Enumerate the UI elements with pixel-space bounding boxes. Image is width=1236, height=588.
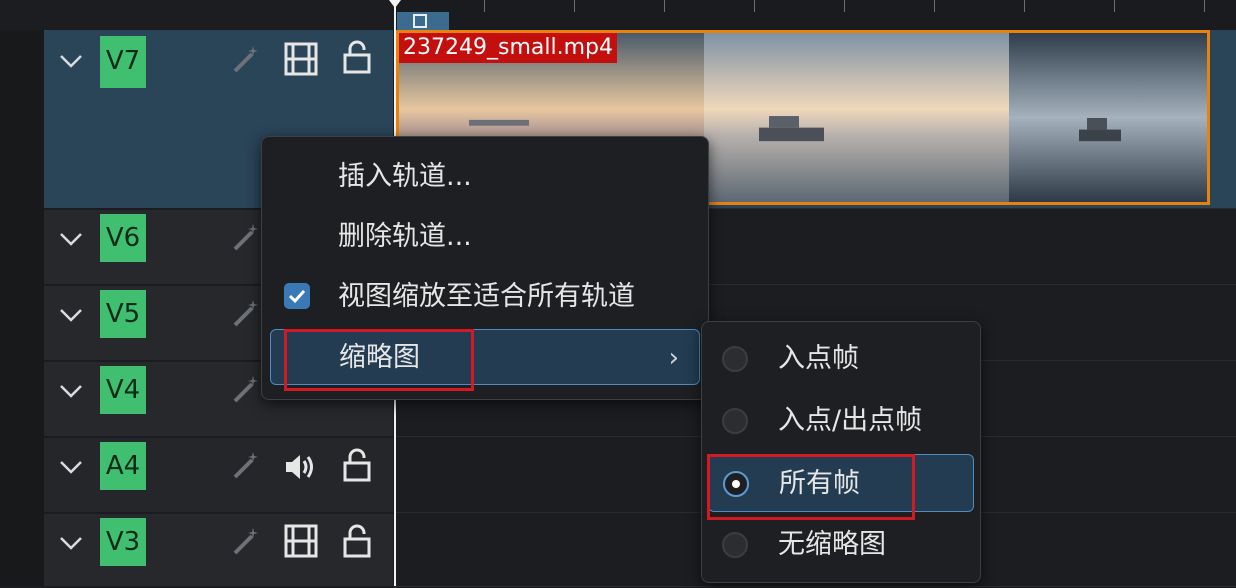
magic-wand-icon[interactable] <box>230 44 260 74</box>
chevron-right-icon: › <box>668 343 679 373</box>
magic-wand-icon[interactable] <box>230 222 260 252</box>
chevron-down-icon[interactable] <box>58 226 84 252</box>
magic-wand-icon[interactable] <box>230 374 260 404</box>
speaker-icon[interactable] <box>282 450 318 484</box>
lock-icon[interactable] <box>342 448 372 482</box>
annotation-box-all-frames <box>707 454 915 520</box>
radio-unselected-icon[interactable] <box>722 346 748 372</box>
radio-unselected-icon[interactable] <box>722 532 748 558</box>
chevron-down-icon[interactable] <box>58 48 84 74</box>
track-name-tag: A4 <box>100 442 146 490</box>
magic-wand-icon[interactable] <box>230 298 260 328</box>
film-icon[interactable] <box>284 42 318 76</box>
playhead-handle[interactable] <box>389 0 401 8</box>
chevron-down-icon[interactable] <box>58 302 84 328</box>
film-icon[interactable] <box>284 524 318 558</box>
magic-wand-icon[interactable] <box>230 450 260 480</box>
submenu-option-no-thumbnails[interactable]: 无缩略图 <box>702 516 980 574</box>
radio-unselected-icon[interactable] <box>722 408 748 434</box>
chevron-down-icon[interactable] <box>58 378 84 404</box>
track-name-tag: V4 <box>100 366 146 414</box>
track-header-v3[interactable]: V3 <box>44 514 393 588</box>
track-header-a4[interactable]: A4 <box>44 438 393 514</box>
track-name-tag: V6 <box>100 214 146 262</box>
track-name-tag: V7 <box>100 36 146 88</box>
lock-icon[interactable] <box>342 40 372 74</box>
clip-thumbnail <box>704 33 1009 202</box>
clip-name-label: 237249_small.mp4 <box>399 33 617 63</box>
magic-wand-icon[interactable] <box>230 526 260 556</box>
chevron-down-icon[interactable] <box>58 530 84 556</box>
clip-thumbnail <box>1009 33 1207 202</box>
track-name-tag: V5 <box>100 290 146 338</box>
submenu-option-in-frame[interactable]: 入点帧 <box>702 330 980 388</box>
thumbnail-submenu: 入点帧 入点/出点帧 所有帧 无缩略图 <box>701 321 981 583</box>
timeline-ruler[interactable] <box>395 0 1236 31</box>
track-name-tag: V3 <box>100 518 146 566</box>
lock-icon[interactable] <box>342 524 372 558</box>
zone-marker[interactable] <box>397 12 449 30</box>
menu-item-delete-track[interactable]: 删除轨道... <box>262 209 708 265</box>
menu-item-insert-track[interactable]: 插入轨道... <box>262 149 708 205</box>
timeline-gutter <box>0 30 44 586</box>
annotation-box-thumbnails <box>284 329 474 391</box>
submenu-option-in-out-frames[interactable]: 入点/出点帧 <box>702 392 980 450</box>
checkbox-checked-icon[interactable] <box>284 283 310 309</box>
menu-item-fit-all-tracks[interactable]: 视图缩放至适合所有轨道 <box>262 269 708 325</box>
zone-square-icon <box>413 14 427 28</box>
chevron-down-icon[interactable] <box>58 454 84 480</box>
